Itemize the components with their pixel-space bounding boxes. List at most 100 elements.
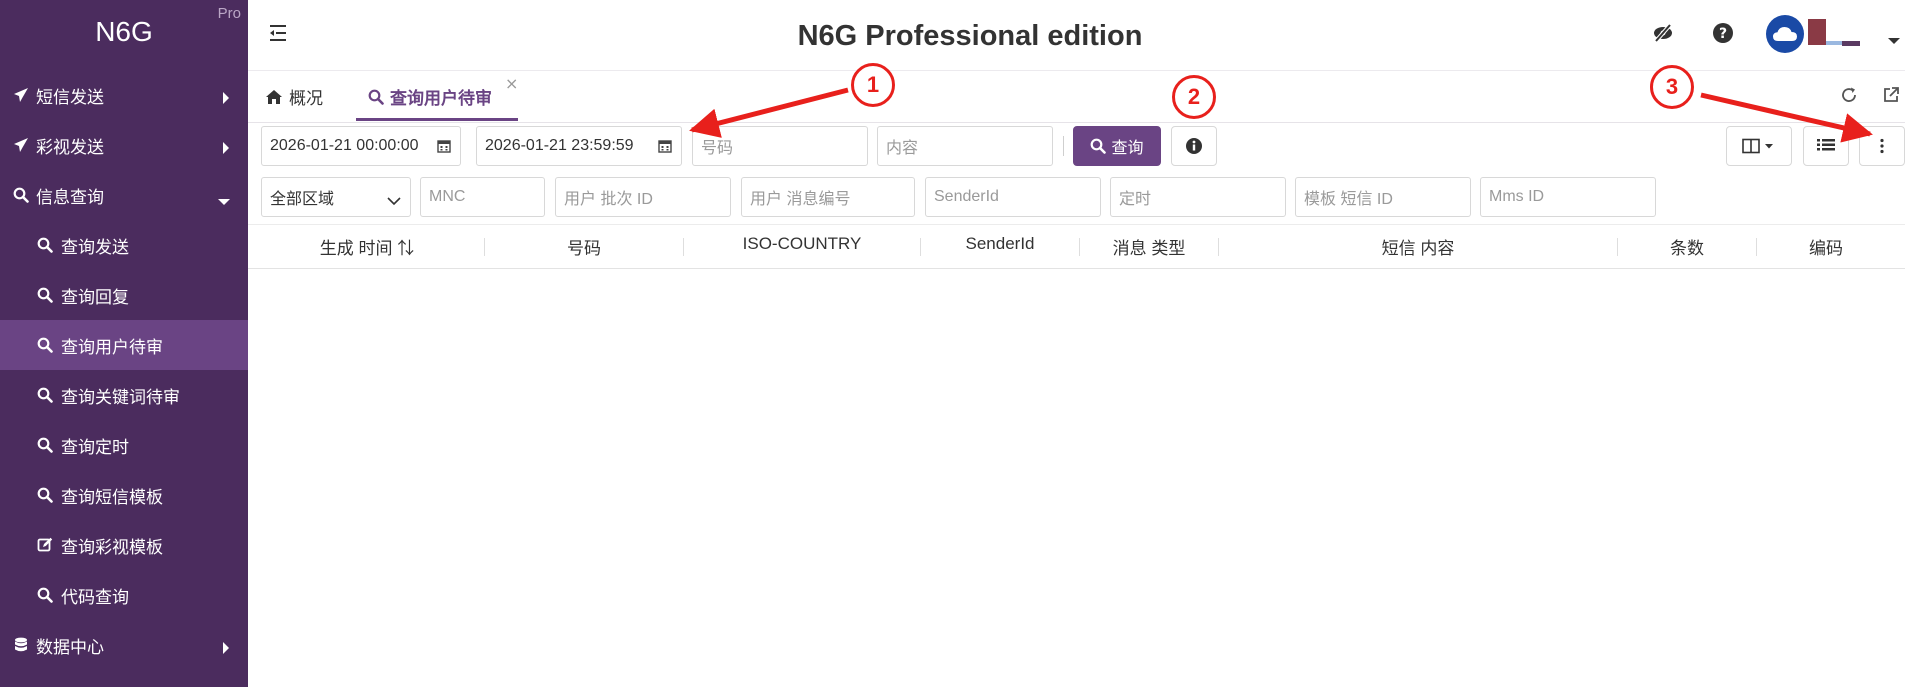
more-vertical-icon bbox=[1880, 138, 1884, 154]
sidebar-item-label: 查询回复 bbox=[61, 287, 129, 308]
schedule-input[interactable]: 定时 bbox=[1110, 177, 1286, 217]
sidebar-item-query-schedule[interactable]: 查询定时 bbox=[0, 420, 248, 470]
sidebar-item-query-sms-template[interactable]: 查询短信模板 bbox=[0, 470, 248, 520]
sidebar-item-query-keyword-review[interactable]: 查询关键词待审 bbox=[0, 370, 248, 420]
sidebar-item-label: 信息查询 bbox=[36, 187, 104, 208]
number-placeholder: 号码 bbox=[701, 140, 734, 157]
sidebar-item-mms-send[interactable]: 彩视发送 bbox=[0, 120, 248, 170]
table-header-top-border bbox=[248, 224, 1905, 225]
tab-label: 查询用户待审 bbox=[390, 89, 492, 109]
sidebar-item-query-reply[interactable]: 查询回复 bbox=[0, 270, 248, 320]
search-icon bbox=[35, 585, 55, 605]
column-header-number[interactable]: 号码 bbox=[485, 234, 683, 259]
brand-name: N6G bbox=[95, 16, 153, 47]
annotation-badge-2: 2 bbox=[1172, 75, 1216, 119]
sidebar-item-query-mms-template[interactable]: 查询彩视模板 bbox=[0, 520, 248, 570]
column-header-encoding[interactable]: 编码 bbox=[1757, 234, 1895, 259]
start-time-input[interactable]: 2026-01-21 00:00:00 bbox=[261, 126, 461, 166]
search-icon bbox=[35, 235, 55, 255]
info-button[interactable] bbox=[1171, 126, 1217, 166]
sidebar-item-info-query[interactable]: 信息查询 bbox=[0, 170, 248, 220]
caret-right-icon bbox=[222, 89, 230, 109]
paper-plane-icon bbox=[11, 85, 31, 105]
end-time-input[interactable]: 2026-01-21 23:59:59 bbox=[476, 126, 682, 166]
calendar-icon bbox=[437, 139, 451, 158]
sidebar-item-query-send[interactable]: 查询发送 bbox=[0, 220, 248, 270]
tab-query-user-review[interactable]: 查询用户待审 bbox=[368, 84, 492, 109]
home-icon bbox=[265, 89, 283, 105]
sidebar-item-label: 查询用户待审 bbox=[61, 337, 163, 358]
database-icon bbox=[11, 635, 31, 655]
paper-plane-icon bbox=[11, 135, 31, 155]
columns-icon bbox=[1742, 138, 1773, 154]
search-icon bbox=[35, 435, 55, 455]
help-icon[interactable]: ? bbox=[1712, 22, 1734, 48]
eye-slash-icon[interactable] bbox=[1652, 22, 1674, 48]
column-header-sms-content[interactable]: 短信 内容 bbox=[1219, 234, 1617, 259]
refresh-icon[interactable] bbox=[1840, 86, 1858, 108]
avatar[interactable] bbox=[1766, 15, 1804, 53]
message-number-placeholder: 用户 消息编号 bbox=[750, 191, 851, 208]
tab-close-icon[interactable]: × bbox=[505, 74, 518, 93]
batch-id-placeholder: 用户 批次 ID bbox=[564, 191, 653, 208]
search-icon bbox=[11, 185, 31, 205]
column-header-iso-country[interactable]: ISO-COUNTRY bbox=[684, 234, 920, 254]
search-icon bbox=[35, 285, 55, 305]
sidebar-item-sms-send[interactable]: 短信发送 bbox=[0, 70, 248, 120]
column-header-sender-id[interactable]: SenderId bbox=[921, 234, 1079, 254]
brand-pro-badge: Pro bbox=[217, 5, 241, 22]
query-button[interactable]: 查询 bbox=[1073, 126, 1161, 166]
search-icon bbox=[35, 335, 55, 355]
annotation-badge-3: 3 bbox=[1650, 65, 1694, 109]
region-select[interactable]: 全部区域 bbox=[261, 177, 411, 217]
columns-toggle-button[interactable] bbox=[1726, 126, 1792, 166]
sidebar-item-label: 查询关键词待审 bbox=[61, 387, 180, 408]
template-id-input[interactable]: 模板 短信 ID bbox=[1295, 177, 1471, 217]
cloud-icon bbox=[1773, 27, 1797, 41]
schedule-placeholder: 定时 bbox=[1119, 191, 1152, 208]
chevron-down-icon bbox=[387, 193, 401, 211]
column-header-created-time[interactable]: 生成 时间 ⇅ bbox=[250, 234, 484, 259]
caret-right-icon bbox=[222, 639, 230, 659]
sender-id-placeholder: SenderId bbox=[934, 188, 999, 205]
mms-id-input[interactable]: Mms ID bbox=[1480, 177, 1656, 217]
caret-down-icon bbox=[218, 191, 230, 211]
batch-id-input[interactable]: 用户 批次 ID bbox=[555, 177, 731, 217]
chevron-down-icon[interactable] bbox=[1888, 30, 1900, 49]
sidebar-item-label: 代码查询 bbox=[61, 587, 129, 608]
sidebar: N6G Pro 短信发送 彩视发送 信息查询 查询发送 查询回复 查询用户待审 … bbox=[0, 0, 248, 687]
tab-overview[interactable]: 概况 bbox=[265, 84, 323, 109]
list-icon bbox=[1817, 139, 1835, 151]
search-icon bbox=[368, 89, 384, 105]
list-view-button[interactable] bbox=[1803, 126, 1849, 166]
sidebar-item-code-query[interactable]: 代码查询 bbox=[0, 570, 248, 620]
content-input[interactable]: 内容 bbox=[877, 126, 1053, 166]
search-icon bbox=[35, 485, 55, 505]
sidebar-item-query-user-review[interactable]: 查询用户待审 bbox=[0, 320, 248, 370]
annotation-badge-1: 1 bbox=[851, 63, 895, 107]
search-icon bbox=[1090, 138, 1107, 154]
annotation-arrow-1 bbox=[689, 87, 849, 138]
mnc-input[interactable]: MNC bbox=[420, 177, 545, 217]
region-value: 全部区域 bbox=[270, 191, 335, 208]
more-options-button[interactable] bbox=[1859, 126, 1905, 166]
active-tab-indicator bbox=[356, 118, 518, 121]
info-icon bbox=[1186, 138, 1202, 154]
query-button-label: 查询 bbox=[1111, 138, 1144, 157]
caret-right-icon bbox=[222, 139, 230, 159]
end-time-value: 2026-01-21 23:59:59 bbox=[485, 137, 634, 154]
tab-label: 概况 bbox=[289, 89, 323, 109]
external-link-icon[interactable] bbox=[1882, 86, 1900, 108]
sender-id-input[interactable]: SenderId bbox=[925, 177, 1101, 217]
number-input[interactable]: 号码 bbox=[692, 126, 868, 166]
message-number-input[interactable]: 用户 消息编号 bbox=[741, 177, 915, 217]
toolbar-separator bbox=[1063, 136, 1064, 156]
sidebar-item-label: 查询短信模板 bbox=[61, 487, 163, 508]
sidebar-item-data-center[interactable]: 数据中心 bbox=[0, 620, 248, 670]
column-header-count[interactable]: 条数 bbox=[1618, 234, 1756, 259]
column-header-message-type[interactable]: 消息 类型 bbox=[1080, 234, 1218, 259]
calendar-icon bbox=[658, 139, 672, 158]
menu-toggle-icon[interactable] bbox=[268, 24, 288, 46]
mnc-placeholder: MNC bbox=[429, 188, 466, 205]
tabs-divider bbox=[248, 122, 1905, 123]
